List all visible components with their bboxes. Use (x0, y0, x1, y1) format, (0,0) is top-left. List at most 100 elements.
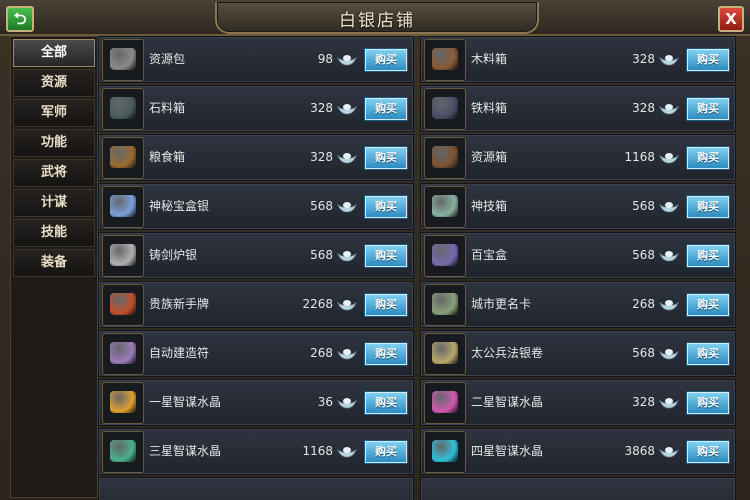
buy-button[interactable]: 购买 (365, 49, 407, 71)
item-icon-frame (102, 39, 144, 81)
item-price: 3868 (624, 444, 655, 458)
silver-ingot-icon (337, 202, 357, 213)
wood-chest-icon (432, 48, 458, 70)
buy-button[interactable]: 购买 (687, 49, 729, 71)
item-icon-frame (424, 382, 466, 424)
buy-button[interactable]: 购买 (365, 441, 407, 463)
noble-token-icon (110, 293, 136, 315)
silver-ingot-icon (659, 349, 679, 360)
silver-ingot-icon (337, 447, 357, 458)
buy-button[interactable]: 购买 (687, 245, 729, 267)
item-name: 一星智谋水晶 (149, 395, 222, 409)
item-price: 1168 (624, 150, 655, 164)
buy-button[interactable]: 购买 (365, 147, 407, 169)
shop-item: 城市更名卡 268 购买 (420, 281, 736, 328)
skill-chest-icon (432, 195, 458, 217)
sidebar-tab-7[interactable]: 装备 (13, 249, 95, 277)
title-plate: 白银店铺 (215, 2, 539, 34)
crystal-orange-icon (110, 391, 136, 413)
item-name: 城市更名卡 (471, 297, 532, 311)
buy-button[interactable]: 购买 (687, 147, 729, 169)
item-icon-frame (424, 88, 466, 130)
shop-item: 自动建造符 268 购买 (98, 330, 414, 377)
shop-item: 一星智谋水晶 36 购买 (98, 379, 414, 426)
shop-item: 神秘宝盒银 568 购买 (98, 183, 414, 230)
buy-button[interactable]: 购买 (687, 98, 729, 120)
sidebar-tab-5[interactable]: 计谋 (13, 189, 95, 217)
item-icon-frame (424, 333, 466, 375)
item-name: 贵族新手牌 (149, 297, 210, 311)
buy-button[interactable]: 购买 (687, 392, 729, 414)
item-price: 328 (310, 101, 333, 115)
buy-button[interactable]: 购买 (365, 343, 407, 365)
crystal-pink-icon (432, 391, 458, 413)
buy-button[interactable]: 购买 (687, 294, 729, 316)
back-button[interactable]: ⮌ (6, 6, 34, 32)
shop-item: 铁料箱 328 购买 (420, 85, 736, 132)
buy-button[interactable]: 购买 (365, 196, 407, 218)
item-name: 自动建造符 (149, 346, 210, 360)
crystal-green-icon (110, 440, 136, 462)
item-price: 568 (632, 199, 655, 213)
item-icon-frame (424, 186, 466, 228)
shop-item: 资源包 98 购买 (98, 36, 414, 83)
item-name: 神技箱 (471, 199, 508, 213)
item-price: 568 (632, 248, 655, 262)
item-price: 268 (310, 346, 333, 360)
shop-item: 铸剑炉银 568 购买 (98, 232, 414, 279)
shop-item: 贵族新手牌 2268 购买 (98, 281, 414, 328)
close-icon: X (725, 10, 737, 28)
silver-ingot-icon (337, 153, 357, 164)
sidebar-tab-3[interactable]: 功能 (13, 129, 95, 157)
item-price: 568 (632, 346, 655, 360)
treasure-box-icon (432, 244, 458, 266)
silver-ingot-icon (659, 251, 679, 262)
silver-ingot-icon (659, 55, 679, 66)
resource-bag-icon (110, 48, 136, 70)
buy-button[interactable]: 购买 (687, 343, 729, 365)
scroll-icon (432, 342, 458, 364)
item-name: 神秘宝盒银 (149, 199, 210, 213)
item-name: 三星智谋水晶 (149, 444, 222, 458)
silver-ingot-icon (659, 202, 679, 213)
item-price: 36 (317, 395, 333, 409)
buy-button[interactable]: 购买 (687, 441, 729, 463)
page-title: 白银店铺 (339, 11, 415, 31)
close-button[interactable]: X (718, 6, 744, 32)
sidebar-tab-4[interactable]: 武将 (13, 159, 95, 187)
sidebar-tab-1[interactable]: 资源 (13, 69, 95, 97)
sidebar-tab-0[interactable]: 全部 (13, 39, 95, 67)
item-icon-frame (424, 137, 466, 179)
item-price: 328 (632, 101, 655, 115)
item-name: 资源箱 (471, 150, 508, 164)
category-sidebar: 全部 资源 军师 功能 武将 计谋 技能 装备 (10, 36, 98, 498)
grain-chest-icon (110, 146, 136, 168)
item-icon-frame (102, 382, 144, 424)
buy-button[interactable]: 购买 (687, 196, 729, 218)
shop-item-grid: 资源包 98 购买 木料箱 328 购买 石料箱 328 购买 铁料箱 328 购买 粮食箱 328 购买资… (98, 36, 738, 500)
sidebar-tab-2[interactable]: 军师 (13, 99, 95, 127)
buy-button[interactable]: 购买 (365, 98, 407, 120)
buy-button[interactable]: 购买 (365, 294, 407, 316)
item-icon-frame (424, 39, 466, 81)
item-name: 木料箱 (471, 52, 508, 66)
silver-ingot-icon (659, 104, 679, 115)
buy-button[interactable]: 购买 (365, 392, 407, 414)
item-icon-frame (102, 431, 144, 473)
silver-ingot-icon (659, 398, 679, 409)
item-name: 资源包 (149, 52, 186, 66)
item-icon-frame (424, 284, 466, 326)
rename-card-icon (432, 293, 458, 315)
buy-button[interactable]: 购买 (365, 245, 407, 267)
shop-item: 三星智谋水晶 1168 购买 (98, 428, 414, 475)
silver-ingot-icon (337, 300, 357, 311)
item-icon-frame (102, 235, 144, 277)
shop-item-partial (420, 477, 736, 500)
silver-ingot-icon (659, 447, 679, 458)
shop-item: 石料箱 328 购买 (98, 85, 414, 132)
item-name: 铸剑炉银 (149, 248, 198, 262)
sidebar-tab-6[interactable]: 技能 (13, 219, 95, 247)
resource-chest-icon (432, 146, 458, 168)
item-icon-frame (102, 137, 144, 179)
crystal-cyan-icon (432, 440, 458, 462)
